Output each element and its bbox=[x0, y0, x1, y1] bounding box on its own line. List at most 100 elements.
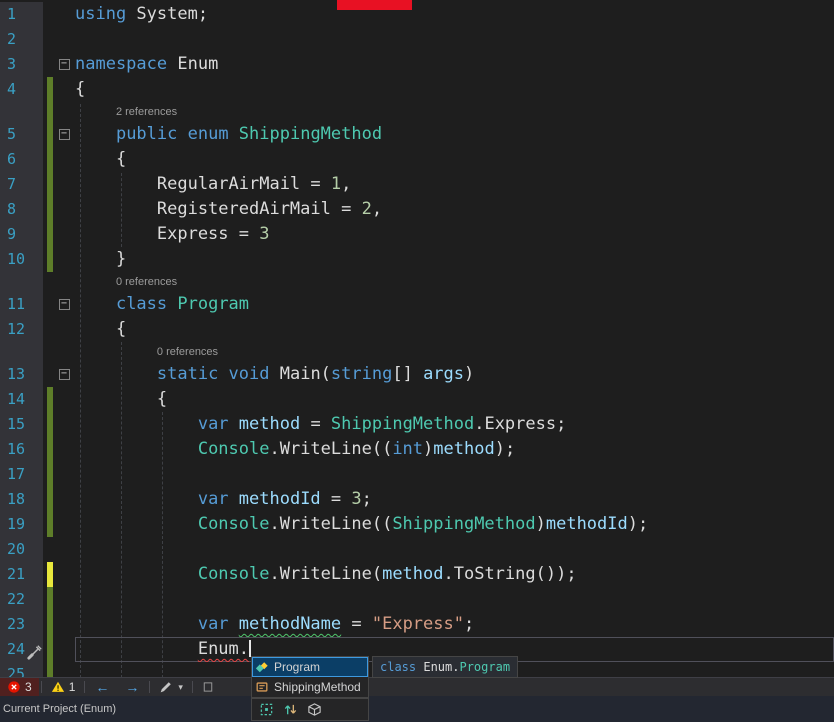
line-number[interactable]: 23 bbox=[0, 612, 43, 637]
codelens-row[interactable]: 2 references bbox=[0, 102, 834, 122]
code-text[interactable]: { bbox=[75, 317, 834, 342]
line-number[interactable]: 3 bbox=[0, 52, 43, 77]
code-line[interactable]: 3 − namespace Enum bbox=[0, 52, 834, 77]
line-number[interactable]: 1 bbox=[0, 2, 43, 27]
code-text[interactable]: { bbox=[75, 147, 834, 172]
completion-item-program[interactable]: Program bbox=[252, 657, 368, 677]
collapse-toggle[interactable]: − bbox=[58, 299, 70, 310]
code-line[interactable]: 20 bbox=[0, 537, 834, 562]
line-number[interactable]: 8 bbox=[0, 197, 43, 222]
line-number[interactable]: 5 bbox=[0, 122, 43, 147]
code-text[interactable]: } bbox=[75, 247, 834, 272]
code-token: 2 bbox=[361, 199, 372, 219]
code-text[interactable]: var methodName = "Express"; bbox=[75, 612, 834, 637]
codelens-references[interactable]: 2 references bbox=[75, 102, 177, 122]
code-text[interactable]: var methodId = 3; bbox=[75, 487, 834, 512]
code-text[interactable]: var method = ShippingMethod.Express; bbox=[75, 412, 834, 437]
code-text[interactable] bbox=[75, 587, 834, 612]
code-line[interactable]: 16 Console.WriteLine((int)method); bbox=[0, 437, 834, 462]
snippet-frame-icon[interactable] bbox=[259, 702, 274, 717]
line-number[interactable]: 19 bbox=[0, 512, 43, 537]
code-text[interactable]: Console.WriteLine(method.ToString()); bbox=[75, 562, 834, 587]
code-text[interactable]: using System; bbox=[75, 2, 834, 27]
collapse-toggle[interactable]: − bbox=[58, 59, 70, 70]
error-count-button[interactable]: 3 bbox=[0, 678, 39, 696]
line-number[interactable] bbox=[0, 102, 43, 122]
line-number[interactable]: 18 bbox=[0, 487, 43, 512]
code-line[interactable]: 1 using System; bbox=[0, 2, 834, 27]
codelens-row[interactable]: 0 references bbox=[0, 342, 834, 362]
code-line[interactable]: 19 Console.WriteLine((ShippingMethod)met… bbox=[0, 512, 834, 537]
quick-actions-screwdriver-icon[interactable] bbox=[27, 642, 42, 660]
line-number[interactable]: 11 bbox=[0, 292, 43, 317]
line-number[interactable]: 22 bbox=[0, 587, 43, 612]
line-number[interactable]: 15 bbox=[0, 412, 43, 437]
completion-list[interactable]: Program ShippingMethod bbox=[251, 656, 369, 698]
line-number[interactable]: 9 bbox=[0, 222, 43, 247]
code-line[interactable]: 15 var method = ShippingMethod.Express; bbox=[0, 412, 834, 437]
warning-count-button[interactable]: 1 bbox=[44, 678, 83, 696]
code-text[interactable]: RegisteredAirMail = 2, bbox=[75, 197, 834, 222]
code-text[interactable]: RegularAirMail = 1, bbox=[75, 172, 834, 197]
edit-filter-button[interactable]: ▾ bbox=[152, 678, 190, 696]
code-line[interactable]: 8 RegisteredAirMail = 2, bbox=[0, 197, 834, 222]
line-number[interactable]: 4 bbox=[0, 77, 43, 102]
navigate-back-button[interactable]: ← bbox=[87, 679, 117, 695]
code-text[interactable]: Console.WriteLine((ShippingMethod)method… bbox=[75, 512, 834, 537]
code-text[interactable]: { bbox=[75, 77, 834, 102]
line-number[interactable]: 2 bbox=[0, 27, 43, 52]
collapse-toggle[interactable]: − bbox=[58, 129, 70, 140]
code-text[interactable]: public enum ShippingMethod bbox=[75, 122, 834, 147]
codelens-references[interactable]: 0 references bbox=[75, 342, 218, 362]
document-filter-button[interactable] bbox=[195, 678, 221, 696]
code-text[interactable]: { bbox=[75, 387, 834, 412]
codelens-row[interactable]: 0 references bbox=[0, 272, 834, 292]
sort-arrows-icon[interactable] bbox=[283, 702, 298, 717]
code-text[interactable]: namespace Enum bbox=[75, 52, 834, 77]
code-text[interactable]: Console.WriteLine((int)method); bbox=[75, 437, 834, 462]
navigate-forward-button[interactable]: → bbox=[117, 679, 147, 695]
code-text[interactable]: Express = 3 bbox=[75, 222, 834, 247]
code-text[interactable]: class Program bbox=[75, 292, 834, 317]
code-line[interactable]: 14 { bbox=[0, 387, 834, 412]
editor-rows[interactable]: 1 using System; 2 3− namespace Enum 4{2 refer… bbox=[0, 0, 834, 687]
line-number[interactable] bbox=[0, 342, 43, 362]
code-line[interactable]: 2 bbox=[0, 27, 834, 52]
code-line[interactable]: 12 { bbox=[0, 317, 834, 342]
code-line[interactable]: 4{ bbox=[0, 77, 834, 102]
collapse-toggle[interactable]: − bbox=[58, 369, 70, 380]
code-line[interactable]: 21 Console.WriteLine(method.ToString()); bbox=[0, 562, 834, 587]
line-number[interactable]: 14 bbox=[0, 387, 43, 412]
namespace-cube-icon[interactable] bbox=[307, 702, 322, 717]
line-number[interactable] bbox=[0, 272, 43, 292]
line-number[interactable]: 6 bbox=[0, 147, 43, 172]
line-number[interactable]: 16 bbox=[0, 437, 43, 462]
code-text[interactable] bbox=[75, 537, 834, 562]
completion-item-shippingmethod[interactable]: ShippingMethod bbox=[252, 677, 368, 697]
line-number[interactable]: 21 bbox=[0, 562, 43, 587]
code-text[interactable]: static void Main(string[] args) bbox=[75, 362, 834, 387]
code-line[interactable]: 11 − class Program bbox=[0, 292, 834, 317]
line-number[interactable]: 20 bbox=[0, 537, 43, 562]
code-line[interactable]: 18 var methodId = 3; bbox=[0, 487, 834, 512]
code-line[interactable]: 7 RegularAirMail = 1, bbox=[0, 172, 834, 197]
code-line[interactable]: 17 bbox=[0, 462, 834, 487]
line-number[interactable]: 12 bbox=[0, 317, 43, 342]
code-line[interactable]: 9 Express = 3 bbox=[0, 222, 834, 247]
outlining-margin bbox=[53, 197, 75, 222]
code-line[interactable]: 6 { bbox=[0, 147, 834, 172]
line-number[interactable]: 10 bbox=[0, 247, 43, 272]
code-line[interactable]: 22 bbox=[0, 587, 834, 612]
scope-selector[interactable]: Current Project (Enum) bbox=[3, 703, 116, 715]
code-line[interactable]: 10 } bbox=[0, 247, 834, 272]
code-line[interactable]: 13 − static void Main(string[] args) bbox=[0, 362, 834, 387]
code-line[interactable]: 5 − public enum ShippingMethod bbox=[0, 122, 834, 147]
line-number[interactable]: 13 bbox=[0, 362, 43, 387]
line-number[interactable]: 7 bbox=[0, 172, 43, 197]
code-line[interactable]: 23 var methodName = "Express"; bbox=[0, 612, 834, 637]
code-text[interactable] bbox=[75, 27, 834, 52]
line-number[interactable]: 17 bbox=[0, 462, 43, 487]
code-text[interactable] bbox=[75, 462, 834, 487]
codelens-references[interactable]: 0 references bbox=[75, 272, 177, 292]
